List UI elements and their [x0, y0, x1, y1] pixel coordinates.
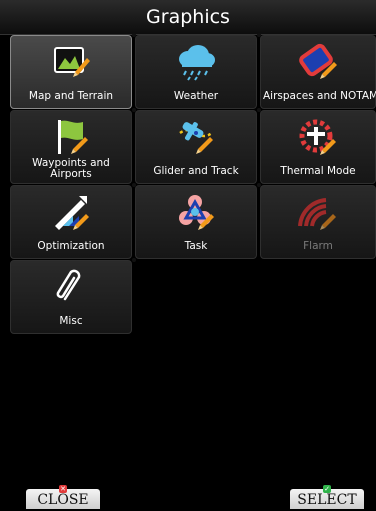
map-terrain-icon — [11, 42, 131, 82]
tile-task[interactable]: Task — [135, 185, 257, 259]
tile-label: Misc — [59, 315, 83, 327]
waypoint-flag-icon — [11, 117, 131, 157]
thermal-icon — [261, 117, 375, 157]
flarm-icon — [261, 192, 375, 232]
airspace-icon — [261, 42, 375, 82]
tile-waypoints-and-airports[interactable]: Waypoints and Airports — [10, 110, 132, 184]
tile-label: Task — [184, 240, 208, 252]
tile-flarm[interactable]: Flarm — [260, 185, 376, 259]
title-bar: Graphics — [0, 0, 376, 35]
tile-label: Airspaces and NOTAM — [263, 90, 376, 102]
close-x-icon: ✕ — [59, 485, 67, 493]
close-button-label: CLOSE — [37, 492, 89, 508]
grid-dot — [132, 183, 136, 187]
select-button-label: SELECT — [297, 492, 357, 508]
tile-misc[interactable]: Misc — [10, 260, 132, 334]
grid-dot — [257, 33, 261, 37]
tile-label: Glider and Track — [153, 165, 239, 177]
tile-glider-and-track[interactable]: Glider and Track — [135, 110, 257, 184]
glider-icon — [136, 117, 256, 157]
task-icon — [136, 192, 256, 232]
grid-dot — [132, 33, 136, 37]
tile-label: Map and Terrain — [28, 90, 114, 102]
tile-thermal-mode[interactable]: Thermal Mode — [260, 110, 376, 184]
grid-dot — [257, 183, 261, 187]
tile-label: Optimization — [37, 240, 105, 252]
window-title: Graphics — [146, 6, 230, 28]
close-button[interactable]: ✕ CLOSE — [26, 485, 100, 509]
select-check-icon: ✓ — [323, 485, 331, 493]
tile-label: Waypoints and Airports — [32, 157, 110, 180]
tile-airspaces-and-notam[interactable]: Airspaces and NOTAM — [260, 35, 376, 109]
grid-dot — [132, 108, 136, 112]
select-button[interactable]: ✓ SELECT — [290, 485, 364, 509]
tile-label: Weather — [173, 90, 219, 102]
tile-optimization[interactable]: Optimization — [10, 185, 132, 259]
grid-dot — [132, 258, 136, 262]
paperclip-icon — [11, 267, 131, 307]
grid-dot — [257, 108, 261, 112]
tile-map-and-terrain[interactable]: Map and Terrain — [10, 35, 132, 109]
optimization-icon — [11, 192, 131, 232]
tile-weather[interactable]: Weather — [135, 35, 257, 109]
weather-cloud-icon — [136, 42, 256, 82]
tile-label: Thermal Mode — [280, 165, 356, 177]
tile-label: Flarm — [303, 240, 333, 252]
